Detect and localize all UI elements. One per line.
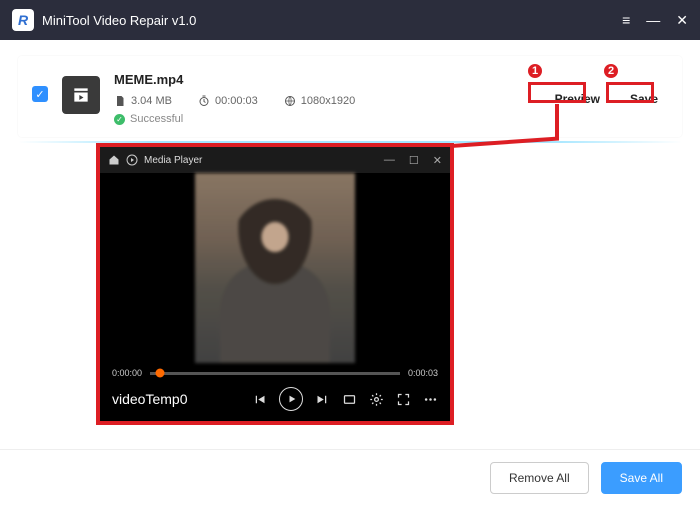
media-player-window: Media Player — ☐ ✕ 0:00:00 0:00:03 video… (96, 143, 454, 425)
file-size-icon (114, 95, 126, 107)
save-all-button[interactable]: Save All (601, 462, 682, 494)
play-button[interactable] (279, 387, 303, 411)
success-icon: ✓ (114, 114, 125, 125)
player-app-icon (126, 154, 138, 166)
progress-bar-row: 0:00:00 0:00:03 (100, 363, 450, 383)
file-name: MEME.mp4 (114, 72, 535, 87)
player-title-text: Media Player (144, 155, 202, 166)
minimize-icon[interactable]: — (646, 13, 660, 27)
file-duration: 00:00:03 (198, 95, 258, 107)
titlebar: R MiniTool Video Repair v1.0 ≡ — ✕ (0, 0, 700, 40)
close-icon[interactable]: ✕ (676, 13, 688, 27)
menu-icon[interactable]: ≡ (622, 13, 630, 27)
time-current: 0:00:00 (112, 368, 142, 378)
annotation-marker-1: 1 (526, 62, 544, 80)
progress-bar[interactable] (150, 372, 400, 375)
resolution-icon (284, 95, 296, 107)
annotation-marker-2: 2 (602, 62, 620, 80)
status-label: Successful (130, 113, 183, 125)
home-icon[interactable] (108, 154, 120, 166)
mini-view-icon[interactable] (342, 392, 357, 407)
remove-all-button[interactable]: Remove All (490, 462, 589, 494)
settings-icon[interactable] (369, 392, 384, 407)
footer-bar: Remove All Save All (0, 449, 700, 506)
file-status: ✓ Successful (114, 113, 535, 125)
annotation-connector (555, 104, 559, 140)
next-track-icon[interactable] (315, 392, 330, 407)
player-minimize-icon[interactable]: — (384, 154, 395, 167)
play-icon (287, 394, 297, 404)
annotation-box-preview (528, 82, 586, 103)
app-logo: R (12, 9, 34, 31)
progress-handle[interactable] (156, 369, 165, 378)
player-titlebar: Media Player — ☐ ✕ (100, 147, 450, 173)
file-resolution-label: 1080x1920 (301, 95, 355, 107)
app-window: R MiniTool Video Repair v1.0 ≡ — ✕ ✓ MEM… (0, 0, 700, 506)
player-close-icon[interactable]: ✕ (433, 154, 442, 167)
prev-track-icon[interactable] (252, 392, 267, 407)
fullscreen-icon[interactable] (396, 392, 411, 407)
file-size-label: 3.04 MB (131, 95, 172, 107)
file-duration-label: 00:00:03 (215, 95, 258, 107)
player-controls: videoTemp0 (100, 383, 450, 419)
more-icon[interactable] (423, 392, 438, 407)
video-area[interactable] (100, 173, 450, 363)
file-resolution: 1080x1920 (284, 95, 355, 107)
file-thumbnail (62, 76, 100, 114)
clock-icon (198, 95, 210, 107)
window-title: MiniTool Video Repair v1.0 (42, 13, 622, 28)
annotation-box-save (606, 82, 654, 103)
player-maximize-icon[interactable]: ☐ (409, 154, 419, 167)
video-frame (195, 173, 355, 363)
file-checkbox[interactable]: ✓ (32, 86, 48, 102)
file-size: 3.04 MB (114, 95, 172, 107)
play-file-icon (71, 85, 91, 105)
player-file-label: videoTemp0 (112, 391, 240, 407)
time-total: 0:00:03 (408, 368, 438, 378)
